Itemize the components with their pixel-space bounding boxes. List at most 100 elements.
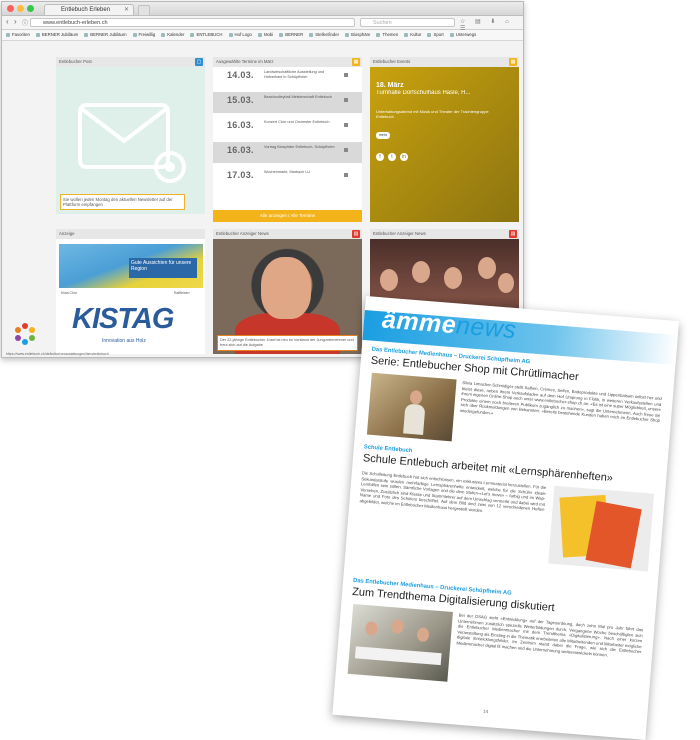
bookmark-item[interactable]: Biosphäre [345,30,370,40]
url-bar[interactable]: www.entlebuch-erleben.ch [30,18,355,27]
news-icon[interactable]: ▤ [509,230,517,238]
news-icon[interactable]: ▤ [352,230,360,238]
shop-photo [366,372,457,442]
flower-logo-icon [15,323,35,345]
status-bar-url: https://www.entlebuch.ch/de/kultur/veran… [6,352,109,356]
title-bar: Entlebuch Erleben ✕ [2,2,523,16]
article-body: Die Schulleitung Entlebuch hat sich ents… [359,470,547,514]
forward-icon[interactable]: › [14,17,17,26]
ad-tile[interactable]: Anzeige Gute Aussichten für unsere Regio… [56,229,205,354]
tile-header-text: Entlebucher Anzeiger News [373,231,426,236]
calendar-icon[interactable]: ▦ [352,58,360,66]
event-date: 15.03. [227,95,254,105]
bookmark-item[interactable]: Hof Logo [229,30,252,40]
tile-header: Entlebucher Events ▦ [370,57,519,67]
tile-header: Entlebucher Anzeiger News ▤ [370,229,519,239]
back-icon[interactable]: ‹ [6,17,9,26]
feature-event-tile[interactable]: Entlebucher Events ▦ 18. März Turnhalle … [370,57,519,222]
ad-logo-right: Raiffeisen [174,291,190,295]
maximize-window-icon[interactable] [27,5,34,12]
bookmark-item[interactable]: Freiwillig [133,30,156,40]
tile-header-text: Entlebucher Events [373,59,411,64]
browser-toolbar: ‹ › ⓘ www.entlebuch-erleben.ch Suchen ☆ … [2,16,523,32]
event-list-icon[interactable] [344,173,348,177]
event-list-icon[interactable] [344,123,348,127]
ad-banner-text: Gute Aussichten für unsere Region [129,258,197,278]
event-date: 17.03. [227,170,254,180]
all-events-button[interactable]: Alle anzeigen / Alle Termine [213,210,362,222]
event-date: 14.03. [227,70,254,80]
feature-subtitle: Unterhaltungsabend mit Musik und Theater… [376,109,489,119]
new-tab-button[interactable] [138,5,150,16]
event-row[interactable]: 16.03. Konzert Chor und Orchester Entlebu… [213,117,362,138]
newsletter-tile[interactable]: Entlebucher Post ▢ Sie wollen jeden Mont… [56,57,205,214]
tile-header-text: Entlebucher Post [59,59,92,64]
event-text: Vortrag Biosphäre Entlebuch, Schüpfheim [264,145,335,149]
tile-header: Entlebucher Anzeiger News ▤ [213,229,362,239]
photo-person [498,273,514,293]
tile-header-text: Ausgewählte Termine im März [216,59,274,64]
page-number: 14 [482,708,489,715]
bookmark-item[interactable]: Kultur [404,30,421,40]
bookmark-item[interactable]: Mobi [258,30,273,40]
bookmark-item[interactable]: Stellenfinder [309,30,339,40]
portrait-caption[interactable]: Der 22-jährige Entlebucher Josef ist neu… [217,335,358,351]
masthead-part-b: news [455,311,518,345]
event-date: 16.03. [227,120,254,130]
minimize-window-icon[interactable] [17,5,24,12]
article-body: Bei der DSAG steht «Entwicklung» auf der… [456,612,644,658]
bookmark-item[interactable]: Sport [427,30,443,40]
calendar-icon[interactable]: ▦ [509,58,517,66]
bookmark-item[interactable]: BERNER [279,30,303,40]
event-text: Konzert Chor und Orchester Entlebuch [264,120,330,124]
more-button[interactable]: mehr [376,132,390,139]
close-window-icon[interactable] [7,5,14,12]
envelope-icon [78,103,186,183]
kistag-logo[interactable]: KISTAG [72,303,174,336]
tile-header: Ausgewählte Termine im März ▦ [213,57,362,67]
bookmark-item[interactable]: Themen [376,30,398,40]
bookmark-item[interactable]: BERNER Jubiläum [84,30,126,40]
newsletter-caption[interactable]: Sie wollen jeden Montag den aktuellen Ne… [60,194,185,210]
event-text: Beachvolleyball Meisterschaft Entlebuch [264,95,332,99]
masthead-part-a: ämme [381,305,458,340]
bookmarks-bar: Favoriten BERNER Jubiläum BERNER Jubiläum F… [2,30,523,41]
event-date: 16.03. [227,145,254,155]
portrait-news-tile[interactable]: Entlebucher Anzeiger News ▤ Der 22-jähri… [213,229,362,354]
linkedin-icon[interactable]: in [400,153,408,161]
kistag-tagline: Innovation aus Holz [102,338,146,344]
bookmark-item[interactable]: BERNER Jubiläum [36,30,78,40]
photo-face [261,257,311,319]
tile-header-text: Anzeige [59,231,75,236]
tile-header-text: Entlebucher Anzeiger News [216,231,269,236]
tab-title: Entlebuch Erleben [61,7,111,13]
event-text: Wochenmarkt, Marbach LU [264,170,311,174]
photo-person [478,257,496,279]
event-row[interactable]: 14.03. Landwirtschaftliche Ausstellung un… [213,67,362,88]
event-row[interactable]: 17.03. Wochenmarkt, Marbach LU [213,167,362,188]
facebook-icon[interactable]: f [376,153,384,161]
twitter-icon[interactable]: t [388,153,396,161]
ad-logo-left: Kiwa Chor [61,291,78,295]
bookmark-item[interactable]: Favoriten [6,30,30,40]
info-icon[interactable]: ⓘ [22,18,28,27]
tile-header: Entlebucher Post ▢ [56,57,205,67]
tile-header: Anzeige [56,229,205,239]
search-placeholder: Suchen [373,20,392,26]
event-row[interactable]: 15.03. Beachvolleyball Meisterschaft Entl… [213,92,362,113]
bookmark-item[interactable]: ENTLEBUCH [190,30,222,40]
event-list-icon[interactable] [344,148,348,152]
event-list-icon[interactable] [344,73,348,77]
feature-date: 18. März [376,82,404,89]
share-icon[interactable]: ▢ [195,58,203,66]
ad-banner[interactable]: Gute Aussichten für unsere Region [59,244,203,288]
toolbar-icons[interactable]: ☆ ▤ ⬇ ⌂ ☰ [460,18,523,32]
search-bar[interactable]: Suchen [360,18,455,27]
event-list-icon[interactable] [344,98,348,102]
url-text: www.entlebuch-erleben.ch [43,20,108,26]
browser-tab[interactable]: Entlebuch Erleben ✕ [44,4,134,15]
bookmark-item[interactable]: Kalender [161,30,184,40]
event-row[interactable]: 16.03. Vortrag Biosphäre Entlebuch, Schüp… [213,142,362,163]
tab-close-icon[interactable]: ✕ [124,5,129,15]
feature-title[interactable]: Turnhalle Dorfschulhaus Hasle, H... [376,90,511,96]
